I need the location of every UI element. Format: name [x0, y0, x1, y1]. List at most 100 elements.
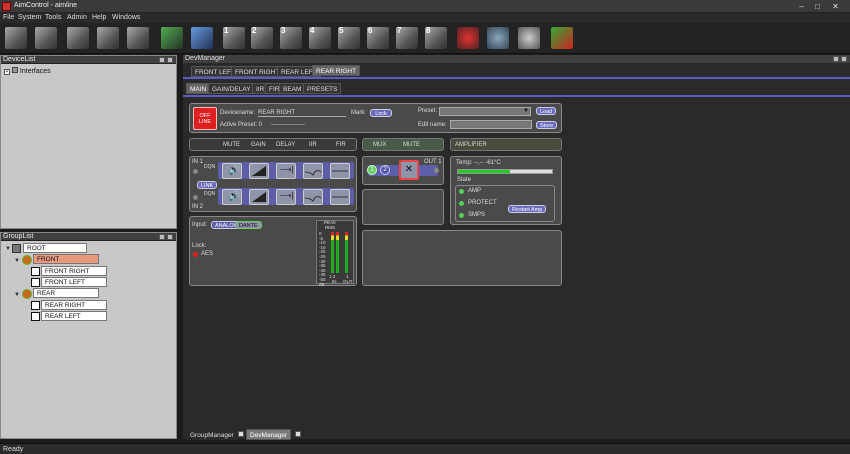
preset-select[interactable]: ▼: [439, 107, 531, 116]
tab-beam[interactable]: BEAM: [279, 83, 306, 94]
speaker-icon[interactable]: 🔊: [222, 163, 242, 179]
group-item-rear-left[interactable]: REAR LEFT: [41, 311, 107, 321]
empty-block: [362, 230, 562, 286]
collapse-icon[interactable]: ▼: [14, 258, 20, 264]
panel-close-icon[interactable]: [167, 57, 173, 63]
status-text: Ready: [3, 446, 24, 453]
tab-gain-delay[interactable]: GAIN/DELAY: [208, 83, 255, 94]
temp-bar: [457, 169, 553, 174]
amp-state-label: AMP: [468, 188, 482, 194]
expand-icon[interactable]: +: [4, 69, 10, 75]
restart-amp-button[interactable]: Restart Amp: [508, 205, 547, 213]
preset-7-icon[interactable]: 7: [395, 26, 419, 50]
speaker-icon[interactable]: [486, 26, 510, 50]
group-item-front-right[interactable]: FRONT RIGHT: [41, 266, 107, 276]
out1-label: OUT 1: [424, 159, 442, 165]
input-label: Input:: [192, 222, 208, 228]
edit-name-input[interactable]: [450, 120, 532, 129]
delay-icon[interactable]: ⟶|: [276, 189, 296, 205]
tab-front-right[interactable]: FRONT RIGHT: [231, 66, 284, 77]
chip-icon[interactable]: [160, 26, 184, 50]
devicename-value[interactable]: REAR RIGHT: [258, 110, 346, 117]
link-button[interactable]: LINK: [197, 181, 218, 189]
menu-system[interactable]: System: [18, 14, 41, 21]
preset-1-icon[interactable]: 1: [222, 26, 246, 50]
gain-icon[interactable]: [249, 189, 269, 205]
panel-close-icon[interactable]: [841, 56, 847, 62]
panel-close-icon[interactable]: [167, 234, 173, 240]
toolbar: 1 2 3 4 5 6 7 8: [0, 23, 850, 54]
store-button[interactable]: Store: [536, 121, 558, 129]
gear-icon[interactable]: [517, 26, 541, 50]
dev-manager-header: DevManager: [183, 55, 850, 63]
header-iir: IIR: [309, 142, 317, 148]
close-button[interactable]: ✕: [830, 2, 841, 11]
preset-5-icon[interactable]: 5: [337, 26, 361, 50]
iir-icon[interactable]: [303, 189, 323, 205]
panel-float-icon[interactable]: [159, 234, 165, 240]
group-item-front-left[interactable]: FRONT LEFT: [41, 277, 107, 287]
monitor-check-icon[interactable]: [190, 26, 214, 50]
group-front[interactable]: FRONT: [33, 254, 99, 264]
meter-in-label: IN: [332, 279, 337, 284]
gain-icon[interactable]: [249, 163, 269, 179]
tab-main[interactable]: MAIN: [186, 83, 211, 94]
fir-icon[interactable]: [330, 163, 350, 179]
menu-tools[interactable]: Tools: [45, 14, 61, 21]
header-delay: DELAY: [276, 142, 296, 148]
group-rear[interactable]: REAR: [33, 288, 99, 298]
speaker-muted-icon[interactable]: ✕: [399, 160, 419, 180]
panel-float-icon[interactable]: [159, 57, 165, 63]
load-button[interactable]: Load: [536, 107, 557, 115]
menu-windows[interactable]: Windows: [112, 14, 140, 21]
tab-presets[interactable]: PRESETS: [303, 83, 342, 94]
device-list-header: DeviceList: [1, 56, 176, 64]
tree-row-interfaces[interactable]: + Interfaces: [4, 67, 51, 75]
device-list-title: DeviceList: [3, 56, 36, 63]
preset-6-icon[interactable]: 6: [366, 26, 390, 50]
menu-help[interactable]: Help: [92, 14, 106, 21]
protect-label: PROTECT: [468, 200, 497, 206]
group-item-rear-right[interactable]: REAR RIGHT: [41, 300, 107, 310]
tab-rear-right[interactable]: REAR RIGHT: [312, 65, 361, 76]
tab-close-icon[interactable]: [295, 431, 301, 437]
collapse-icon[interactable]: ▼: [5, 246, 11, 252]
collapse-icon[interactable]: ▼: [14, 292, 20, 298]
lock-button[interactable]: Lock: [370, 109, 392, 117]
speaker-icon[interactable]: 🔊: [222, 189, 242, 205]
minimize-button[interactable]: –: [796, 2, 807, 11]
tab-dev-manager[interactable]: DevManager: [246, 429, 292, 440]
disconnect-icon[interactable]: [34, 26, 58, 50]
maximize-button[interactable]: □: [812, 2, 823, 11]
preset-2-icon[interactable]: 2: [250, 26, 274, 50]
mux-mute-label: MUTE: [403, 142, 420, 148]
menu-file[interactable]: File: [3, 14, 14, 21]
menu-admin[interactable]: Admin: [67, 14, 87, 21]
tab-group-manager[interactable]: GroupManager: [186, 429, 238, 440]
mux-input-1[interactable]: 1: [367, 165, 377, 175]
panel-float-icon[interactable]: [833, 56, 839, 62]
tab-close-icon[interactable]: [238, 431, 244, 437]
temp-label: Temp: --,-- -61°C: [456, 160, 501, 166]
device-icon: [31, 278, 40, 287]
mux-label: MUX: [373, 142, 387, 148]
preset-3-icon[interactable]: 3: [279, 26, 303, 50]
connect-icon[interactable]: [4, 26, 28, 50]
device-stack-icon[interactable]: [66, 26, 90, 50]
device-icon: [31, 301, 40, 310]
group-root[interactable]: ROOT: [23, 243, 87, 253]
exit-icon[interactable]: [550, 26, 574, 50]
dev-manager-panel: DevManager FRONT LEFT FRONT RIGHT REAR L…: [183, 55, 850, 440]
preset-4-icon[interactable]: 4: [308, 26, 332, 50]
device-list-icon[interactable]: [126, 26, 150, 50]
fir-icon[interactable]: [330, 189, 350, 205]
device-info-block: OFF LINE Devicename: REAR RIGHT Mark: Lo…: [189, 103, 562, 133]
mux-input-2[interactable]: 2: [380, 165, 390, 175]
group-list-title: GroupList: [3, 233, 34, 240]
delay-icon[interactable]: ⟶|: [276, 163, 296, 179]
mute-all-icon[interactable]: [456, 26, 480, 50]
dante-button[interactable]: DANTE: [235, 221, 262, 229]
preset-8-icon[interactable]: 8: [424, 26, 448, 50]
network-icon[interactable]: [96, 26, 120, 50]
iir-icon[interactable]: [303, 163, 323, 179]
